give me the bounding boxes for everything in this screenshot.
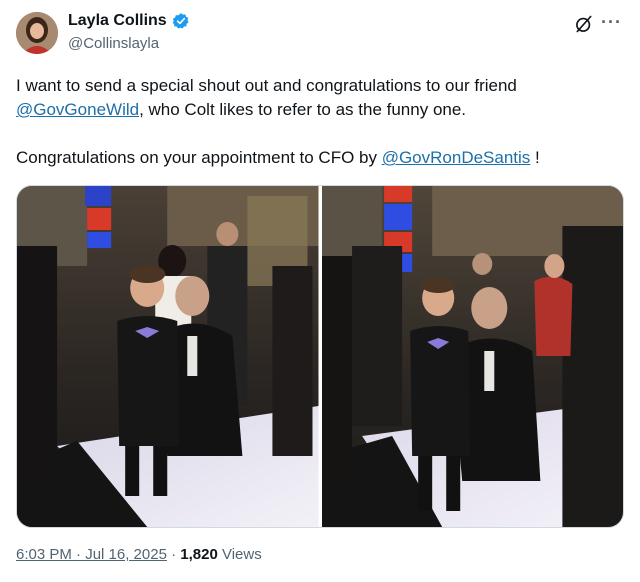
author-name-row[interactable]: Layla Collins [68, 12, 190, 30]
verified-badge-icon [172, 13, 189, 29]
meta-separator: · [166, 546, 181, 563]
views-label: Views [217, 546, 262, 563]
photo-right[interactable] [321, 186, 623, 527]
author-name[interactable]: Layla Collins [68, 12, 167, 30]
tweet-meta: 6:03 PM · Jul 16, 2025 · 1,820 Views [16, 546, 262, 563]
tweet-text-line1: I want to send a special shout out and c… [16, 74, 621, 122]
avatar[interactable] [16, 12, 58, 54]
photo-left[interactable] [17, 186, 319, 527]
mention-govrondesantis[interactable]: @GovRonDeSantis [382, 148, 531, 167]
tweet-text-part: Congratulations on your appointment to C… [16, 148, 382, 167]
photo-right-image [321, 186, 623, 527]
photo-left-image [17, 186, 319, 527]
views-count: 1,820 [180, 546, 218, 563]
tweet-timestamp[interactable]: 6:03 PM · Jul 16, 2025 [16, 546, 167, 563]
tweet-text-part: , who Colt likes to refer to as the funn… [139, 100, 467, 119]
tweet-text-part: I want to send a special shout out and c… [16, 76, 517, 95]
avatar-image [16, 12, 58, 54]
tweet-text-part: ! [530, 148, 540, 167]
mention-govgonewild[interactable]: @GovGoneWild [16, 100, 139, 119]
more-icon[interactable]: ··· [601, 12, 622, 33]
photo-grid [16, 185, 624, 528]
author-handle[interactable]: @Collinslayla [68, 35, 159, 52]
tweet-text-line2: Congratulations on your appointment to C… [16, 146, 621, 170]
grok-icon[interactable] [574, 14, 594, 34]
